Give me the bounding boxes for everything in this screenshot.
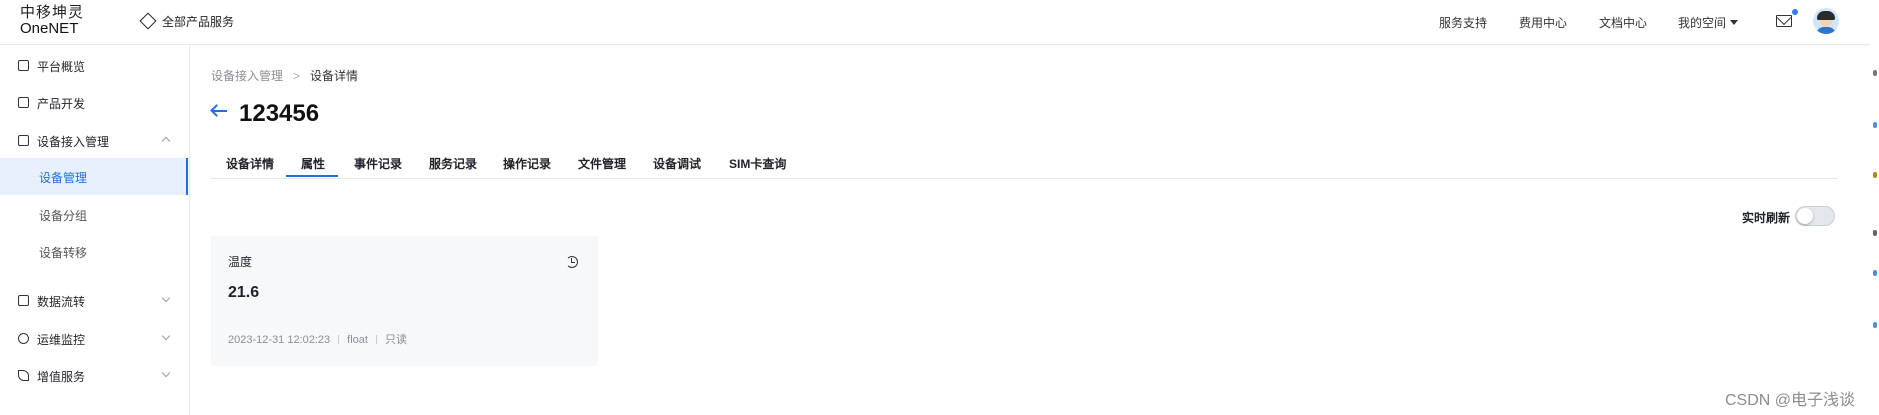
tab-device-details[interactable]: 设备详情 bbox=[226, 155, 274, 172]
tab-file-management[interactable]: 文件管理 bbox=[578, 155, 626, 172]
sidebar-item-label: 平台概览 bbox=[37, 60, 86, 74]
pie-icon bbox=[18, 333, 29, 344]
breadcrumb-current: 设备详情 bbox=[310, 69, 359, 83]
onenet-logo[interactable]: 中移坤灵 OneNET bbox=[20, 4, 84, 37]
history-icon[interactable] bbox=[566, 256, 578, 268]
sidebar-item-device-transfer[interactable]: 设备转移 bbox=[0, 233, 188, 270]
sidebar-item-label: 设备分组 bbox=[39, 209, 88, 223]
tab-bar: 设备详情 属性 事件记录 服务记录 操作记录 文件管理 设备调试 SIM卡查询 bbox=[211, 153, 1838, 179]
sidebar: 平台概览 产品开发 设备接入管理 设备管理 设备分组 设备转移 数据流转 运维监… bbox=[0, 45, 190, 415]
back-arrow-icon[interactable] bbox=[210, 104, 228, 118]
realtime-refresh-toggle[interactable] bbox=[1795, 206, 1835, 226]
notification-dot bbox=[1792, 9, 1798, 15]
toggle-knob bbox=[1797, 208, 1813, 224]
chevron-down-icon bbox=[161, 368, 171, 378]
chevron-down-icon bbox=[161, 331, 171, 341]
sidebar-item-label: 设备转移 bbox=[39, 246, 88, 260]
property-card: 温度 21.6 2023-12-31 12:02:23 float 只读 bbox=[211, 236, 598, 366]
breadcrumb: 设备接入管理 > 设备详情 bbox=[211, 67, 358, 84]
all-products-label: 全部产品服务 bbox=[162, 15, 235, 29]
sidebar-item-label: 数据流转 bbox=[37, 295, 86, 309]
breadcrumb-parent[interactable]: 设备接入管理 bbox=[211, 69, 283, 83]
tab-sim-query[interactable]: SIM卡查询 bbox=[729, 155, 786, 172]
property-timestamp: 2023-12-31 12:02:23 bbox=[228, 334, 331, 346]
avatar[interactable] bbox=[1813, 8, 1839, 34]
sidebar-item-device-group[interactable]: 设备分组 bbox=[0, 196, 188, 233]
top-bar: 中移坤灵 OneNET 全部产品服务 服务支持 费用中心 文档中心 我的空间 bbox=[0, 0, 1870, 45]
nav-my-space[interactable]: 我的空间 bbox=[1678, 14, 1739, 31]
nav-docs-center[interactable]: 文档中心 bbox=[1599, 14, 1647, 31]
nav-billing-center[interactable]: 费用中心 bbox=[1519, 14, 1567, 31]
logo-cn-text: 中移坤灵 bbox=[20, 3, 85, 21]
products-icon bbox=[139, 12, 157, 30]
sidebar-item-product-dev[interactable]: 产品开发 bbox=[0, 84, 189, 121]
realtime-refresh-label: 实时刷新 bbox=[1742, 211, 1791, 225]
watermark: CSDN @电子浅谈 bbox=[1725, 392, 1856, 409]
tab-properties[interactable]: 属性 bbox=[301, 155, 325, 172]
property-meta: 2023-12-31 12:02:23 float 只读 bbox=[228, 331, 407, 347]
my-space-label: 我的空间 bbox=[1678, 16, 1727, 30]
sidebar-item-overview[interactable]: 平台概览 bbox=[0, 47, 189, 84]
property-value: 21.6 bbox=[228, 284, 260, 301]
breadcrumb-separator: > bbox=[293, 69, 301, 83]
logo-en-text: OneNET bbox=[20, 20, 79, 37]
sidebar-item-label: 增值服务 bbox=[37, 370, 86, 384]
sidebar-item-label: 运维监控 bbox=[37, 333, 86, 347]
chevron-up-icon bbox=[161, 136, 171, 146]
property-name: 温度 bbox=[228, 255, 253, 269]
chevron-down-icon bbox=[161, 293, 171, 303]
chevron-down-icon bbox=[1730, 20, 1739, 25]
sidebar-item-value-added[interactable]: 增值服务 bbox=[0, 357, 189, 394]
cube-icon bbox=[18, 97, 29, 108]
sidebar-item-data-flow[interactable]: 数据流转 bbox=[0, 282, 189, 319]
tab-device-debug[interactable]: 设备调试 bbox=[653, 155, 701, 172]
sidebar-item-ops-monitor[interactable]: 运维监控 bbox=[0, 320, 189, 357]
gear-icon bbox=[18, 60, 29, 71]
send-icon bbox=[18, 370, 29, 381]
sidebar-item-label: 设备管理 bbox=[39, 171, 88, 185]
mail-icon[interactable] bbox=[1776, 15, 1792, 27]
page-title: 123456 bbox=[239, 100, 320, 127]
tab-service-records[interactable]: 服务记录 bbox=[429, 155, 477, 172]
sidebar-item-device-access[interactable]: 设备接入管理 bbox=[0, 122, 189, 159]
all-products-menu[interactable]: 全部产品服务 bbox=[139, 12, 235, 30]
sidebar-item-label: 产品开发 bbox=[37, 97, 86, 111]
flow-icon bbox=[18, 295, 29, 306]
sidebar-item-device-management[interactable]: 设备管理 bbox=[0, 158, 188, 195]
property-access: 只读 bbox=[384, 334, 407, 346]
device-icon bbox=[18, 135, 29, 146]
right-edge-panel bbox=[1870, 0, 1879, 415]
nav-service-support[interactable]: 服务支持 bbox=[1439, 14, 1487, 31]
property-type: float bbox=[347, 334, 368, 346]
active-tab-indicator bbox=[286, 175, 338, 177]
tab-event-records[interactable]: 事件记录 bbox=[354, 155, 402, 172]
sidebar-item-label: 设备接入管理 bbox=[37, 135, 110, 149]
tab-operation-records[interactable]: 操作记录 bbox=[503, 155, 551, 172]
